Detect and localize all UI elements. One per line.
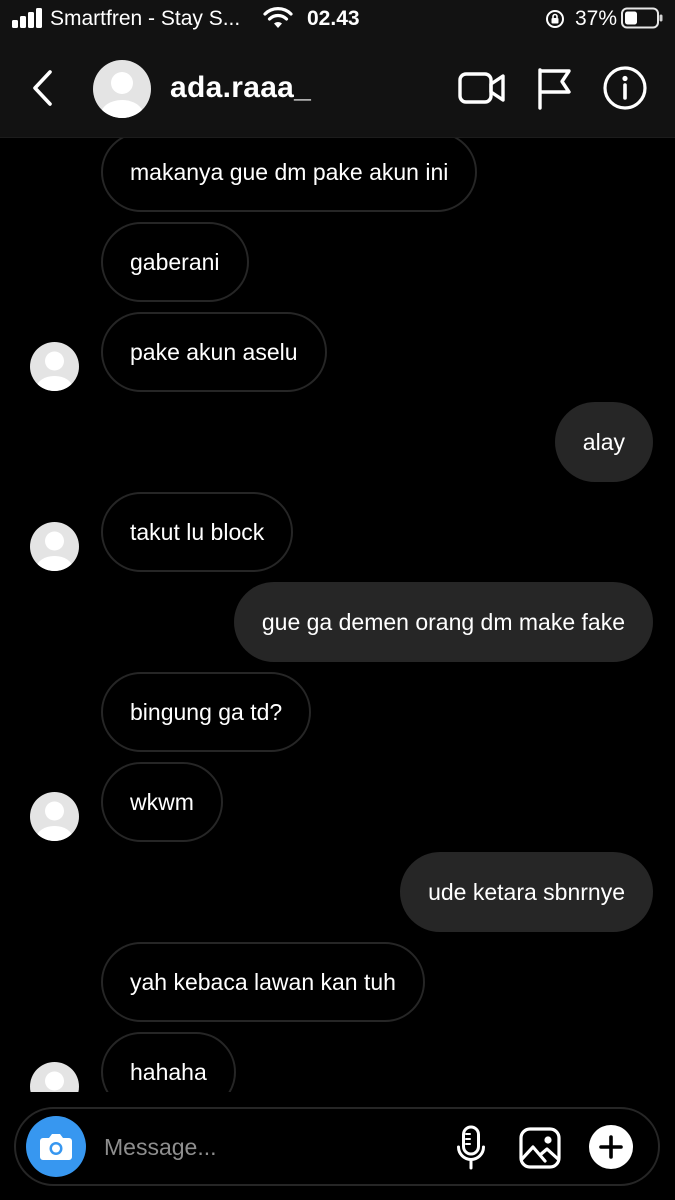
back-icon[interactable] [24,66,60,110]
message-input[interactable] [104,1127,434,1167]
default-avatar-icon [101,72,143,118]
sender-avatar[interactable] [30,522,79,571]
default-avatar-icon [36,531,73,571]
battery-icon [621,7,663,29]
clock: 02.43 [307,7,360,30]
default-avatar-icon [36,801,73,841]
microphone-icon[interactable] [456,1125,486,1171]
camera-button[interactable] [26,1116,86,1177]
gallery-icon[interactable] [518,1126,562,1170]
message-composer [14,1107,660,1186]
contact-avatar[interactable] [93,60,151,118]
incoming-message[interactable]: gaberani [101,222,249,302]
battery-percentage: 37% [575,7,618,30]
outgoing-message[interactable]: alay [554,402,653,482]
sender-avatar[interactable] [30,1062,79,1092]
incoming-message[interactable]: makanya gue dm pake akun ini [101,138,478,212]
more-options-button[interactable] [589,1125,633,1169]
incoming-message[interactable]: bingung ga td? [101,672,312,752]
incoming-message[interactable]: yah kebaca lawan kan tuh [101,942,425,1022]
signal-strength-icon [12,8,44,28]
info-icon[interactable] [602,65,648,111]
camera-icon [40,1134,72,1160]
incoming-message[interactable]: takut lu block [101,492,294,572]
outgoing-message[interactable]: gue ga demen orang dm make fake [233,582,653,662]
default-avatar-icon [45,1071,64,1091]
contact-username[interactable]: ada.raaa_ [170,70,311,106]
outgoing-message[interactable]: ude ketara sbnrnye [400,852,653,932]
wifi-icon [263,7,293,28]
sender-avatar[interactable] [30,342,79,391]
status-bar: Smartfren - Stay S... 02.43 37% [0,0,675,38]
incoming-message[interactable]: wkwm [101,762,223,842]
incoming-message[interactable]: pake akun aselu [101,312,327,392]
default-avatar-icon [36,351,73,391]
message-thread[interactable]: makanya gue dm pake akun ini gaberani pa… [0,138,675,1092]
incoming-message[interactable]: hahaha [101,1032,236,1092]
dm-screen: Smartfren - Stay S... 02.43 37% ada.raaa… [0,0,675,1200]
sender-avatar[interactable] [30,792,79,841]
video-call-icon[interactable] [457,68,507,108]
carrier-name: Smartfren - Stay S... [50,7,241,30]
flag-icon[interactable] [534,66,574,110]
orientation-lock-icon [546,10,564,28]
plus-icon [599,1135,623,1159]
conversation-header: ada.raaa_ [0,38,675,138]
